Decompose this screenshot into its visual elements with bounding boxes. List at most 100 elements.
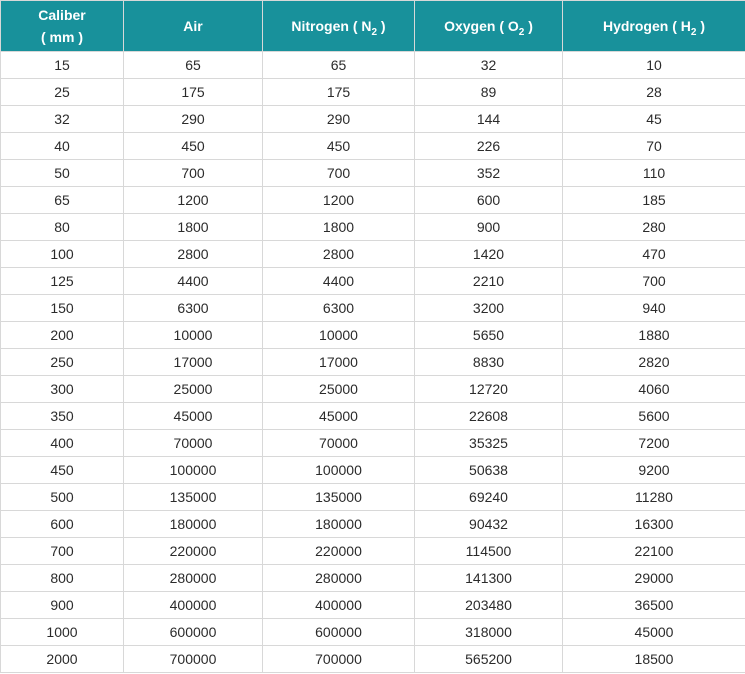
cell-hydrogen: 45000 <box>562 618 745 646</box>
cell-caliber: 700 <box>0 537 124 565</box>
cell-air: 4400 <box>123 267 263 295</box>
cell-oxygen: 565200 <box>414 645 563 673</box>
cell-oxygen: 2210 <box>414 267 563 295</box>
cell-hydrogen: 110 <box>562 159 745 187</box>
cell-nitrogen: 17000 <box>262 348 415 376</box>
cell-air: 70000 <box>123 429 263 457</box>
cell-hydrogen: 45 <box>562 105 745 133</box>
cell-nitrogen: 100000 <box>262 456 415 484</box>
cell-hydrogen: 185 <box>562 186 745 214</box>
cell-caliber: 500 <box>0 483 124 511</box>
cell-hydrogen: 16300 <box>562 510 745 538</box>
cell-caliber: 200 <box>0 321 124 349</box>
cell-caliber: 300 <box>0 375 124 403</box>
cell-nitrogen: 70000 <box>262 429 415 457</box>
table-body: 15 65 65 32 10 25 175 175 89 28 32 290 290 144 45 40 450… <box>0 51 745 673</box>
cell-nitrogen: 4400 <box>262 267 415 295</box>
cell-air: 280000 <box>123 564 263 592</box>
cell-oxygen: 89 <box>414 78 563 106</box>
cell-hydrogen: 9200 <box>562 456 745 484</box>
cell-air: 400000 <box>123 591 263 619</box>
cell-nitrogen: 45000 <box>262 402 415 430</box>
cell-air: 290 <box>123 105 263 133</box>
cell-caliber: 15 <box>0 51 124 79</box>
cell-hydrogen: 7200 <box>562 429 745 457</box>
cell-hydrogen: 1880 <box>562 321 745 349</box>
cell-hydrogen: 29000 <box>562 564 745 592</box>
cell-hydrogen: 11280 <box>562 483 745 511</box>
cell-air: 17000 <box>123 348 263 376</box>
table-row: 250 17000 17000 8830 2820 <box>0 348 745 376</box>
table-row: 700 220000 220000 114500 22100 <box>0 537 745 565</box>
cell-air: 450 <box>123 132 263 160</box>
cell-air: 600000 <box>123 618 263 646</box>
cell-nitrogen: 175 <box>262 78 415 106</box>
table-row: 65 1200 1200 600 185 <box>0 186 745 214</box>
table-row: 150 6300 6300 3200 940 <box>0 294 745 322</box>
cell-oxygen: 141300 <box>414 564 563 592</box>
header-oxygen: Oxygen ( O2 ) <box>414 0 563 52</box>
cell-oxygen: 900 <box>414 213 563 241</box>
header-row: Caliber ( mm ) Air Nitrogen ( N2 ) Oxyge… <box>0 0 745 52</box>
cell-oxygen: 90432 <box>414 510 563 538</box>
cell-caliber: 1000 <box>0 618 124 646</box>
cell-nitrogen: 1200 <box>262 186 415 214</box>
table-row: 200 10000 10000 5650 1880 <box>0 321 745 349</box>
table-header: Caliber ( mm ) Air Nitrogen ( N2 ) Oxyge… <box>0 0 745 52</box>
cell-oxygen: 600 <box>414 186 563 214</box>
cell-hydrogen: 18500 <box>562 645 745 673</box>
table-row: 900 400000 400000 203480 36500 <box>0 591 745 619</box>
cell-nitrogen: 6300 <box>262 294 415 322</box>
flow-rate-table: Caliber ( mm ) Air Nitrogen ( N2 ) Oxyge… <box>0 0 745 673</box>
cell-oxygen: 1420 <box>414 240 563 268</box>
cell-hydrogen: 5600 <box>562 402 745 430</box>
cell-caliber: 100 <box>0 240 124 268</box>
cell-caliber: 600 <box>0 510 124 538</box>
cell-oxygen: 5650 <box>414 321 563 349</box>
table-row: 1000 600000 600000 318000 45000 <box>0 618 745 646</box>
header-oxygen-label: Oxygen ( O <box>444 18 519 34</box>
cell-caliber: 800 <box>0 564 124 592</box>
cell-oxygen: 114500 <box>414 537 563 565</box>
header-caliber-label: Caliber <box>38 7 86 23</box>
table-row: 500 135000 135000 69240 11280 <box>0 483 745 511</box>
cell-hydrogen: 28 <box>562 78 745 106</box>
cell-hydrogen: 280 <box>562 213 745 241</box>
cell-nitrogen: 400000 <box>262 591 415 619</box>
cell-oxygen: 12720 <box>414 375 563 403</box>
cell-hydrogen: 4060 <box>562 375 745 403</box>
cell-air: 2800 <box>123 240 263 268</box>
cell-oxygen: 352 <box>414 159 563 187</box>
header-caliber-unit: ( mm ) <box>41 29 83 45</box>
cell-caliber: 250 <box>0 348 124 376</box>
cell-air: 1200 <box>123 186 263 214</box>
table-row: 125 4400 4400 2210 700 <box>0 267 745 295</box>
cell-oxygen: 50638 <box>414 456 563 484</box>
cell-nitrogen: 700000 <box>262 645 415 673</box>
cell-oxygen: 203480 <box>414 591 563 619</box>
header-hydrogen: Hydrogen ( H2 ) <box>562 0 745 52</box>
cell-nitrogen: 135000 <box>262 483 415 511</box>
cell-air: 700 <box>123 159 263 187</box>
cell-air: 180000 <box>123 510 263 538</box>
table-row: 25 175 175 89 28 <box>0 78 745 106</box>
header-hydrogen-label: Hydrogen ( H <box>602 18 691 34</box>
cell-caliber: 32 <box>0 105 124 133</box>
cell-nitrogen: 220000 <box>262 537 415 565</box>
cell-caliber: 40 <box>0 132 124 160</box>
cell-oxygen: 35325 <box>414 429 563 457</box>
cell-air: 700000 <box>123 645 263 673</box>
cell-caliber: 900 <box>0 591 124 619</box>
cell-nitrogen: 25000 <box>262 375 415 403</box>
cell-caliber: 150 <box>0 294 124 322</box>
cell-nitrogen: 290 <box>262 105 415 133</box>
cell-nitrogen: 280000 <box>262 564 415 592</box>
header-nitrogen-label: Nitrogen ( N <box>291 18 372 34</box>
cell-air: 45000 <box>123 402 263 430</box>
cell-oxygen: 8830 <box>414 348 563 376</box>
cell-caliber: 65 <box>0 186 124 214</box>
cell-caliber: 2000 <box>0 645 124 673</box>
table-row: 800 280000 280000 141300 29000 <box>0 564 745 592</box>
cell-nitrogen: 65 <box>262 51 415 79</box>
cell-air: 135000 <box>123 483 263 511</box>
